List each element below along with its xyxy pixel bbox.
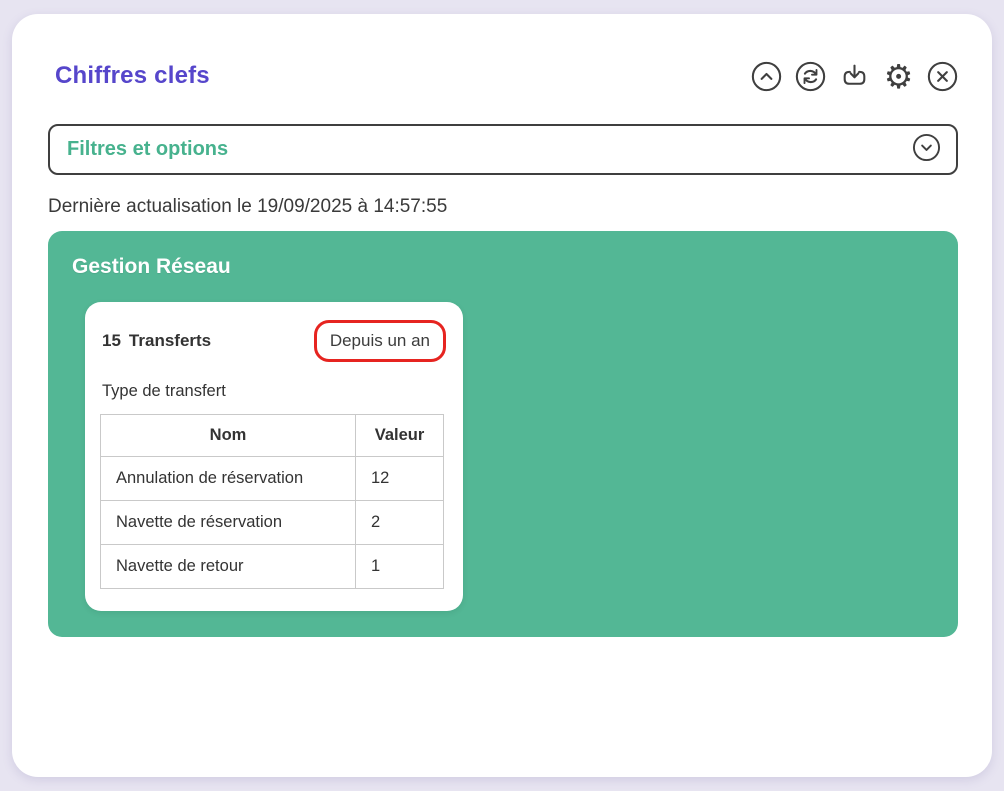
column-header-valeur: Valeur [356, 415, 444, 457]
metric-label: Transferts [129, 331, 211, 351]
download-button[interactable] [839, 61, 870, 92]
last-update-text: Dernière actualisation le 19/09/2025 à 1… [48, 196, 958, 218]
metric-value: 15 [102, 331, 121, 351]
table-header-row: Nom Valeur [101, 415, 444, 457]
filters-options-bar[interactable]: Filtres et options [48, 124, 958, 175]
table-row: Navette de réservation 2 [101, 501, 444, 545]
transfers-metric-card: 15 Transferts Depuis un an Type de trans… [85, 302, 463, 611]
refresh-icon [795, 61, 826, 92]
chevron-down-circle-icon[interactable] [912, 133, 941, 167]
page-title: Chiffres clefs [55, 62, 210, 90]
transfer-type-table: Nom Valeur Annulation de réservation 12 … [100, 414, 444, 589]
row-name: Annulation de réservation [101, 457, 356, 501]
metric-headline: 15 Transferts [100, 331, 211, 351]
row-name: Navette de réservation [101, 501, 356, 545]
settings-button[interactable]: ⚙ [883, 61, 914, 92]
gestion-reseau-panel: Gestion Réseau 15 Transferts Depuis un a… [48, 231, 958, 637]
filters-options-label: Filtres et options [67, 138, 228, 161]
column-header-nom: Nom [101, 415, 356, 457]
row-value: 2 [356, 501, 444, 545]
key-figures-widget: Chiffres clefs [12, 14, 992, 777]
panel-title: Gestion Réseau [72, 255, 934, 279]
chevron-up-circle-icon [751, 61, 782, 92]
close-button[interactable] [927, 61, 958, 92]
table-row: Navette de retour 1 [101, 545, 444, 589]
table-row: Annulation de réservation 12 [101, 457, 444, 501]
period-selector[interactable]: Depuis un an [314, 320, 446, 362]
row-value: 12 [356, 457, 444, 501]
download-icon [839, 61, 870, 92]
gear-icon: ⚙ [884, 61, 914, 92]
widget-header: Chiffres clefs [48, 60, 958, 92]
collapse-button[interactable] [751, 61, 782, 92]
refresh-button[interactable] [795, 61, 826, 92]
close-circle-icon [927, 61, 958, 92]
widget-toolbar: ⚙ [751, 61, 958, 92]
row-value: 1 [356, 545, 444, 589]
row-name: Navette de retour [101, 545, 356, 589]
table-title: Type de transfert [100, 382, 446, 401]
